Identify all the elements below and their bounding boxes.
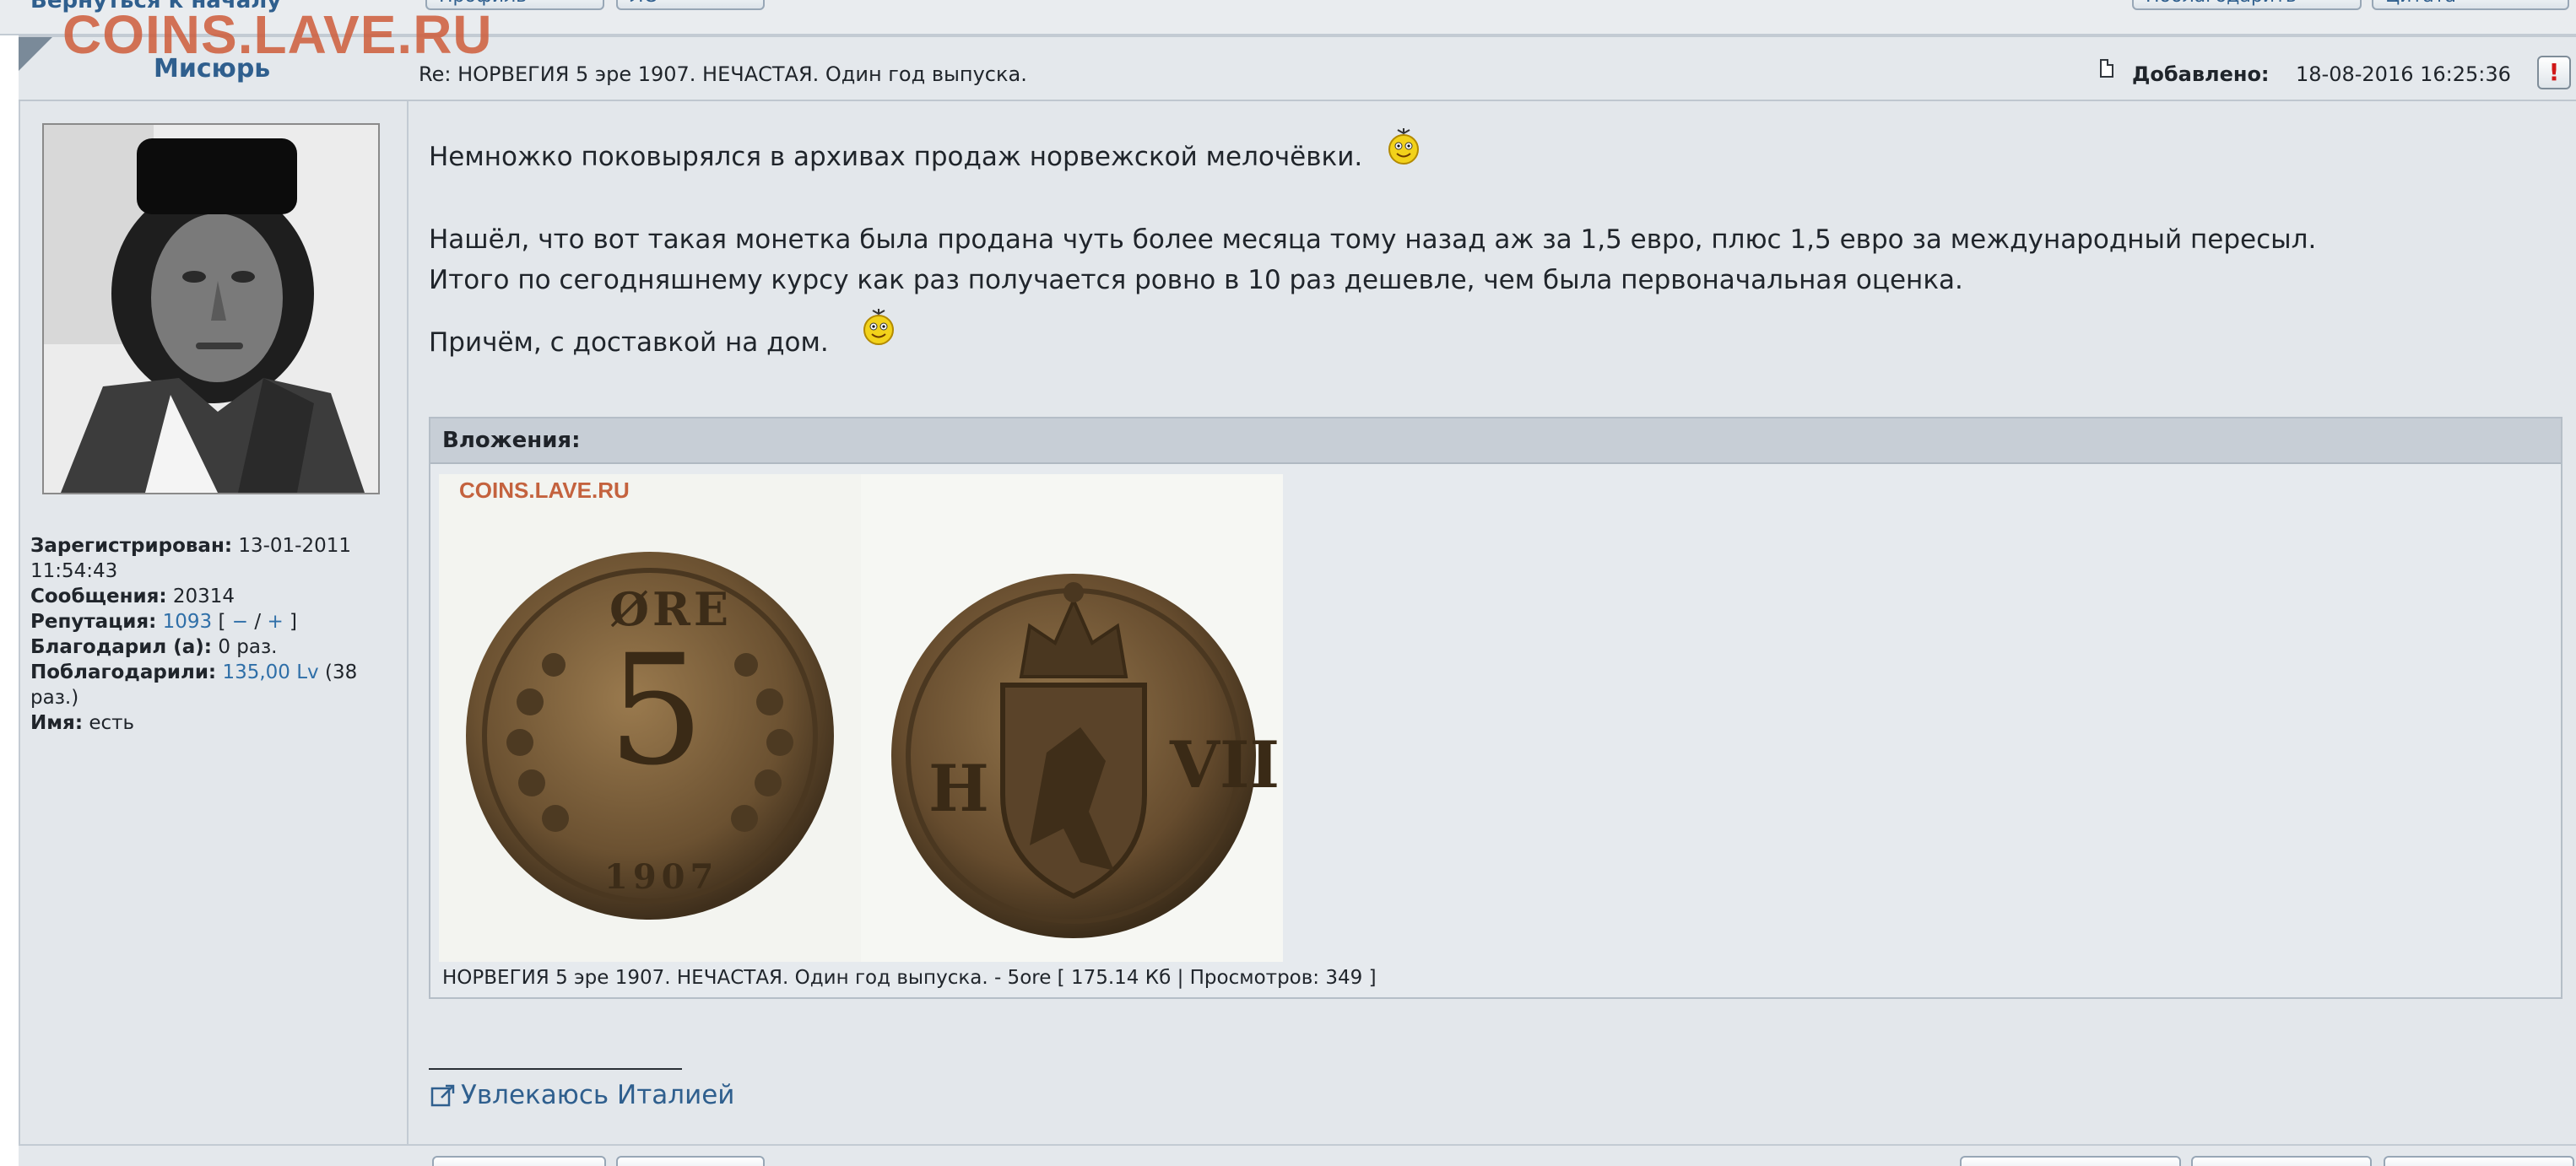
message-line-2: Нашёл, что вот такая монетка была продан… — [429, 224, 2317, 255]
reputation-value[interactable]: 1093 — [163, 611, 213, 633]
message-line-1: Немножко поковырялся в архивах продаж но… — [429, 142, 1363, 172]
reputation-bracket-open: [ — [218, 611, 226, 633]
avatar-portrait-icon — [44, 125, 378, 493]
attachment-caption[interactable]: НОРВЕГИЯ 5 эре 1907. НЕЧАСТАЯ. Один год … — [442, 967, 1377, 989]
messages-value: 20314 — [172, 586, 235, 607]
messages-label: Сообщения: — [30, 586, 167, 607]
post-subject: Re: НОРВЕГИЯ 5 эре 1907. НЕЧАСТАЯ. Один … — [419, 62, 1027, 86]
thanked-row: Благодарил (а): 0 раз. — [30, 634, 402, 660]
post-body: Зарегистрирован: 13-01-2011 11:54:43 Соо… — [19, 101, 2576, 1144]
added-timestamp: 18-08-2016 16:25:36 — [2296, 62, 2511, 86]
thanked-label: Благодарил (а): — [30, 636, 212, 658]
bottom-edit-button[interactable] — [2191, 1156, 2372, 1166]
name-row: Имя: есть — [30, 710, 402, 736]
external-link-icon — [430, 1084, 455, 1107]
coin-photo[interactable]: COINS.LAVE.RU ØRE 5 1907 H VII — [439, 474, 1283, 962]
bottom-toolbar — [19, 1144, 2576, 1166]
reputation-bracket-close: ] — [290, 611, 298, 633]
signature-divider — [429, 1068, 682, 1070]
signature-link[interactable]: Увлекаюсь Италией — [461, 1080, 734, 1110]
attachments-title: Вложения: — [430, 418, 2561, 464]
post-content: Немножко поковырялся в архивах продаж но… — [429, 101, 2573, 1144]
name-value: есть — [89, 712, 135, 734]
author-column: Зарегистрирован: 13-01-2011 11:54:43 Соо… — [20, 101, 409, 1144]
reputation-row: Репутация: 1093 [ − / + ] — [30, 609, 402, 634]
report-post-button[interactable]: ! — [2537, 56, 2571, 89]
registered-row: Зарегистрирован: 13-01-2011 11:54:43 — [30, 533, 402, 584]
messages-row: Сообщения: 20314 — [30, 584, 402, 609]
site-watermark: COINS.LAVE.RU — [62, 4, 493, 65]
coin-left-letter: H — [928, 751, 989, 826]
reputation-separator: / — [254, 611, 262, 633]
coin-right-letters: VII — [1170, 727, 1280, 802]
coin-reverse-icon — [891, 574, 1256, 938]
quote-button[interactable]: Цитата — [2372, 0, 2569, 10]
avatar — [42, 123, 380, 494]
attachments-box: Вложения: COINS.LAVE.RU ØRE 5 1907 H VII… — [429, 417, 2562, 999]
bottom-pm-button[interactable] — [616, 1156, 765, 1166]
was-thanked-value[interactable]: 135,00 Lv — [222, 661, 318, 683]
message-line-4: Причём, с доставкой на дом. — [429, 327, 829, 358]
bottom-quote-button[interactable] — [2384, 1156, 2574, 1166]
was-thanked-label: Поблагодарили: — [30, 661, 217, 683]
post-document-icon[interactable] — [2100, 59, 2113, 78]
was-thanked-row: Поблагодарили: 135,00 Lv (38 раз.) — [30, 660, 402, 710]
message-line-3: Итого по сегодняшнему курсу как раз полу… — [429, 265, 1963, 295]
author-profile: Зарегистрирован: 13-01-2011 11:54:43 Соо… — [30, 533, 402, 736]
name-label: Имя: — [30, 712, 84, 734]
thanked-value: 0 раз. — [218, 636, 278, 658]
registered-label: Зарегистрирован: — [30, 535, 233, 557]
smiley-icon — [1388, 128, 1419, 165]
bottom-profile-button[interactable] — [432, 1156, 606, 1166]
reputation-plus-button[interactable]: + — [267, 611, 283, 633]
added-label: Добавлено: — [2132, 62, 2270, 86]
bottom-thank-button[interactable] — [1960, 1156, 2181, 1166]
smiley-icon — [863, 309, 894, 345]
reputation-label: Репутация: — [30, 611, 157, 633]
thank-button[interactable]: Поблагодарить — [2132, 0, 2362, 10]
corner-marker-icon — [19, 37, 52, 71]
private-message-button[interactable]: ЛС — [616, 0, 765, 10]
reputation-minus-button[interactable]: − — [232, 611, 248, 633]
